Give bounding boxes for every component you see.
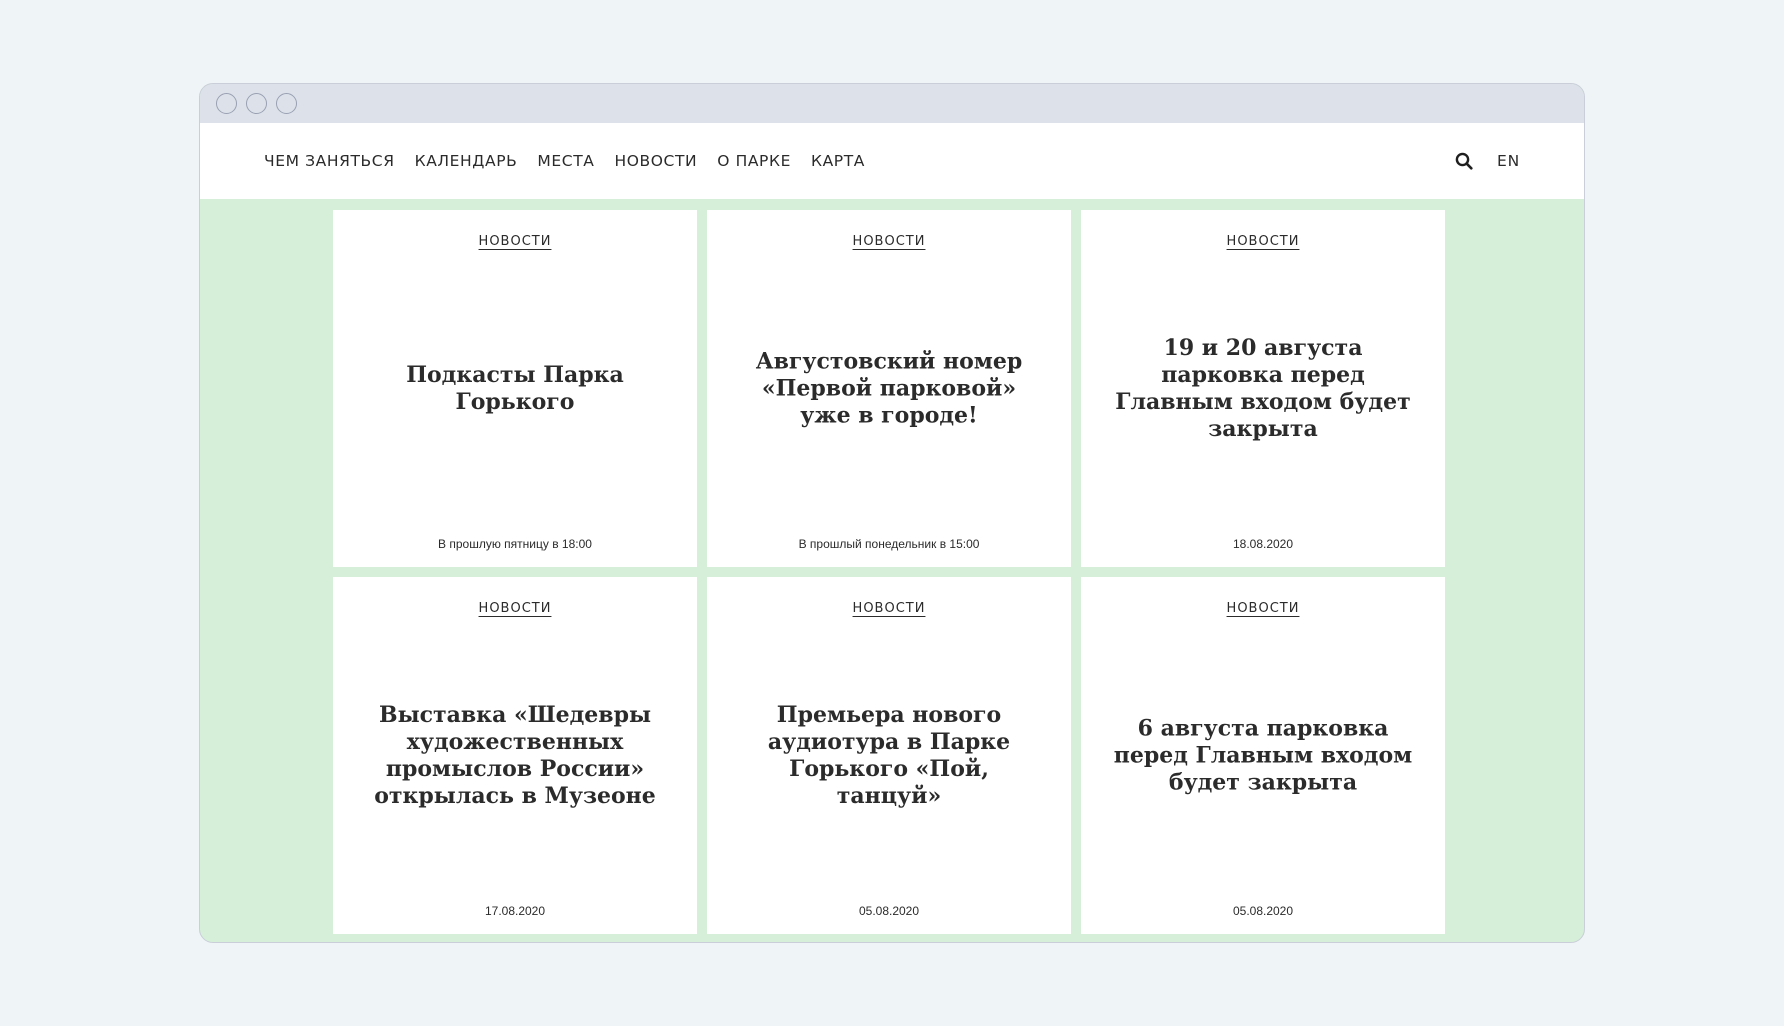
card-category-link[interactable]: НОВОСТИ [479,234,552,249]
card-date: 17.08.2020 [484,904,546,918]
nav-item-places[interactable]: МЕСТА [537,152,594,170]
news-card[interactable]: НОВОСТИ 19 и 20 августа парковка перед Г… [1081,210,1445,567]
card-category-link[interactable]: НОВОСТИ [479,601,552,616]
card-date: 05.08.2020 [1232,904,1294,918]
news-card[interactable]: НОВОСТИ Августовский номер «Первой парко… [707,210,1071,567]
card-date: 18.08.2020 [1232,537,1294,551]
card-title[interactable]: Премьера нового аудиотура в Парке Горько… [737,702,1041,810]
card-title[interactable]: Выставка «Шедевры художественных промысл… [363,702,667,810]
card-category-link[interactable]: НОВОСТИ [853,601,926,616]
window-close-button[interactable] [216,93,237,114]
card-title[interactable]: 19 и 20 августа парковка перед Главным в… [1111,335,1415,443]
news-grid: НОВОСТИ Подкасты Парка Горького В прошлу… [333,210,1445,934]
card-category-link[interactable]: НОВОСТИ [1227,601,1300,616]
search-icon [1455,152,1473,170]
card-date: В прошлый понедельник в 15:00 [798,537,980,551]
browser-window: ЧЕМ ЗАНЯТЬСЯ КАЛЕНДАРЬ МЕСТА НОВОСТИ О П… [199,83,1585,943]
nav-item-map[interactable]: КАРТА [811,152,865,170]
nav-item-calendar[interactable]: КАЛЕНДАРЬ [415,152,518,170]
news-card[interactable]: НОВОСТИ Подкасты Парка Горького В прошлу… [333,210,697,567]
language-switch[interactable]: EN [1497,152,1520,170]
card-date: В прошлую пятницу в 18:00 [438,537,592,551]
site-header: ЧЕМ ЗАНЯТЬСЯ КАЛЕНДАРЬ МЕСТА НОВОСТИ О П… [200,123,1584,199]
card-title[interactable]: 6 августа парковка перед Главным входом … [1111,715,1415,796]
window-maximize-button[interactable] [276,93,297,114]
page: ЧЕМ ЗАНЯТЬСЯ КАЛЕНДАРЬ МЕСТА НОВОСТИ О П… [0,0,1784,1026]
header-actions: EN [1453,150,1520,172]
window-minimize-button[interactable] [246,93,267,114]
browser-titlebar [200,84,1584,123]
news-card[interactable]: НОВОСТИ Выставка «Шедевры художественных… [333,577,697,934]
main-nav: ЧЕМ ЗАНЯТЬСЯ КАЛЕНДАРЬ МЕСТА НОВОСТИ О П… [264,152,865,170]
nav-item-things-to-do[interactable]: ЧЕМ ЗАНЯТЬСЯ [264,152,395,170]
nav-item-news[interactable]: НОВОСТИ [614,152,697,170]
search-button[interactable] [1453,150,1475,172]
card-category-link[interactable]: НОВОСТИ [1227,234,1300,249]
card-date: 05.08.2020 [858,904,920,918]
nav-item-about[interactable]: О ПАРКЕ [717,152,791,170]
card-title[interactable]: Подкасты Парка Горького [363,362,667,416]
news-card[interactable]: НОВОСТИ Премьера нового аудиотура в Парк… [707,577,1071,934]
news-card[interactable]: НОВОСТИ 6 августа парковка перед Главным… [1081,577,1445,934]
card-title[interactable]: Августовский номер «Первой парковой» уже… [737,348,1041,429]
card-category-link[interactable]: НОВОСТИ [853,234,926,249]
